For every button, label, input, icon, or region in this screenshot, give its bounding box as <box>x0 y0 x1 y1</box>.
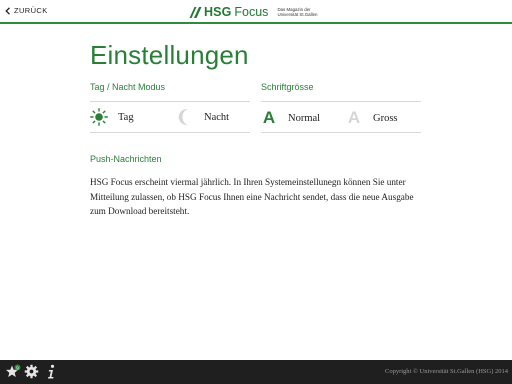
moon-icon <box>178 109 189 125</box>
mode-rule-bottom <box>90 132 250 133</box>
mode-night-label: Nacht <box>204 111 230 123</box>
font-normal-label: Normal <box>288 112 321 124</box>
font-gross-icon: A <box>347 108 361 127</box>
logo-tagline: Das Magazin der Universität St.Gallen <box>277 6 318 18</box>
chevron-left-icon <box>5 6 10 15</box>
star-badge-icon[interactable]: 9 <box>5 364 21 380</box>
gear-icon[interactable] <box>24 364 39 379</box>
logo-brand: HSG <box>204 5 232 19</box>
hsg-focus-logo: HSG Focus Das Magazin der Universität St… <box>189 5 327 19</box>
mode-option-night[interactable]: Nacht <box>178 108 229 126</box>
sun-icon <box>90 108 108 126</box>
back-label: ZURÜCK <box>14 6 48 15</box>
push-title: Push-Nachrichten <box>90 154 162 164</box>
back-button[interactable]: ZURÜCK <box>5 6 48 15</box>
logo-brand-focus: Focus <box>234 5 269 19</box>
mode-option-day[interactable]: Tag <box>90 108 134 126</box>
copyright-text: Copyright © Universität St.Gallen (HSG) … <box>384 368 508 375</box>
top-divider <box>0 22 512 24</box>
font-size-label: Schriftgrösse <box>261 82 314 92</box>
font-size-option-normal[interactable]: A Normal <box>262 108 320 128</box>
mode-rule-top <box>90 101 250 102</box>
font-size-option-gross[interactable]: A Gross <box>347 108 398 128</box>
mode-label: Tag / Nacht Modus <box>90 82 166 92</box>
push-description: HSG Focus erscheint viermal jährlich. In… <box>90 177 414 216</box>
page-title: Einstellungen <box>90 40 249 70</box>
font-size-rule-top <box>261 101 421 102</box>
font-gross-label: Gross <box>373 112 398 124</box>
bottom-bar: 9 Copyright © Universität St.Gallen (HSG… <box>0 360 512 384</box>
info-icon[interactable] <box>45 364 57 380</box>
top-bar: ZURÜCK HSG Focus Das Magazin der Univers… <box>0 0 512 24</box>
mode-day-label: Tag <box>118 111 134 123</box>
font-size-rule-bottom <box>261 132 421 133</box>
hsg-logo-icon <box>189 6 202 18</box>
font-normal-icon: A <box>262 108 276 127</box>
